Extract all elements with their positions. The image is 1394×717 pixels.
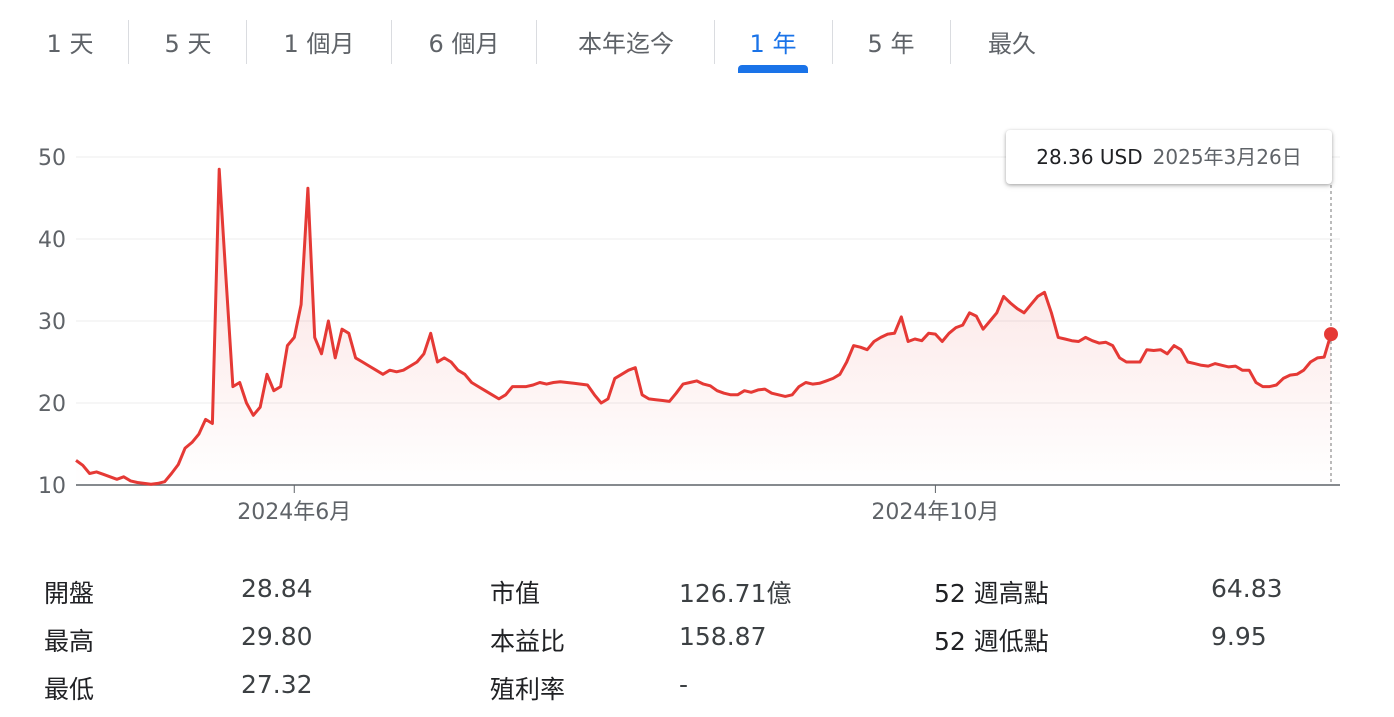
- stat-value-52w-high: 64.83: [1211, 574, 1283, 603]
- tab-ytd[interactable]: 本年迄今: [556, 24, 696, 64]
- stat-value-high: 29.80: [241, 622, 313, 651]
- x-tick-label: 2024年10月: [871, 500, 999, 525]
- y-tick-label: 50: [38, 146, 66, 171]
- x-tick-label: 2024年6月: [237, 500, 351, 525]
- stat-label-market-cap: 市值: [490, 579, 541, 608]
- stat-label-open: 開盤: [44, 579, 95, 608]
- stat-value-market-cap: 126.71億: [679, 579, 792, 608]
- tab-5d[interactable]: 5 天: [148, 24, 228, 64]
- tab-1y[interactable]: 1 年: [738, 24, 808, 64]
- stat-value-low: 27.32: [241, 670, 313, 699]
- stat-label-low: 最低: [44, 675, 95, 704]
- y-tick-label: 20: [38, 392, 66, 417]
- hover-point: [1324, 327, 1338, 342]
- stat-label-pe-ratio: 本益比: [490, 627, 566, 656]
- tab-1d[interactable]: 1 天: [30, 24, 110, 64]
- y-tick-label: 10: [38, 474, 66, 499]
- tab-6m[interactable]: 6 個月: [411, 24, 517, 64]
- tooltip-price: 28.36 USD: [1036, 145, 1143, 169]
- stat-value-pe-ratio: 158.87: [679, 622, 767, 651]
- stat-label-52w-low: 52 週低點: [934, 627, 1049, 656]
- y-tick-label: 40: [38, 228, 66, 253]
- tab-divider: [128, 20, 129, 64]
- tab-divider: [832, 20, 833, 64]
- tab-1m[interactable]: 1 個月: [266, 24, 372, 64]
- y-tick-label: 30: [38, 310, 66, 335]
- price-area: [76, 169, 1331, 486]
- stat-label-dividend-yield: 殖利率: [490, 675, 566, 704]
- tab-divider: [714, 20, 715, 64]
- tab-max[interactable]: 最久: [970, 24, 1054, 64]
- range-tabs: 1 天 5 天 1 個月 6 個月 本年迄今 1 年 5 年 最久: [0, 0, 1394, 80]
- stat-value-dividend-yield: -: [679, 670, 689, 699]
- tab-5y[interactable]: 5 年: [851, 24, 931, 64]
- tooltip-date: 2025年3月26日: [1152, 145, 1302, 169]
- key-stats: 開盤 28.84 最高 29.80 最低 27.32 市值 126.71億 本益…: [0, 560, 1394, 717]
- tab-divider: [950, 20, 951, 64]
- tab-divider: [536, 20, 537, 64]
- price-tooltip: 28.36 USD 2025年3月26日: [1006, 130, 1332, 184]
- stat-value-open: 28.84: [241, 574, 313, 603]
- stat-label-52w-high: 52 週高點: [934, 579, 1049, 608]
- stat-label-high: 最高: [44, 627, 95, 656]
- tab-divider: [246, 20, 247, 64]
- tab-divider: [391, 20, 392, 64]
- active-tab-indicator: [738, 65, 808, 73]
- stat-value-52w-low: 9.95: [1211, 622, 1267, 651]
